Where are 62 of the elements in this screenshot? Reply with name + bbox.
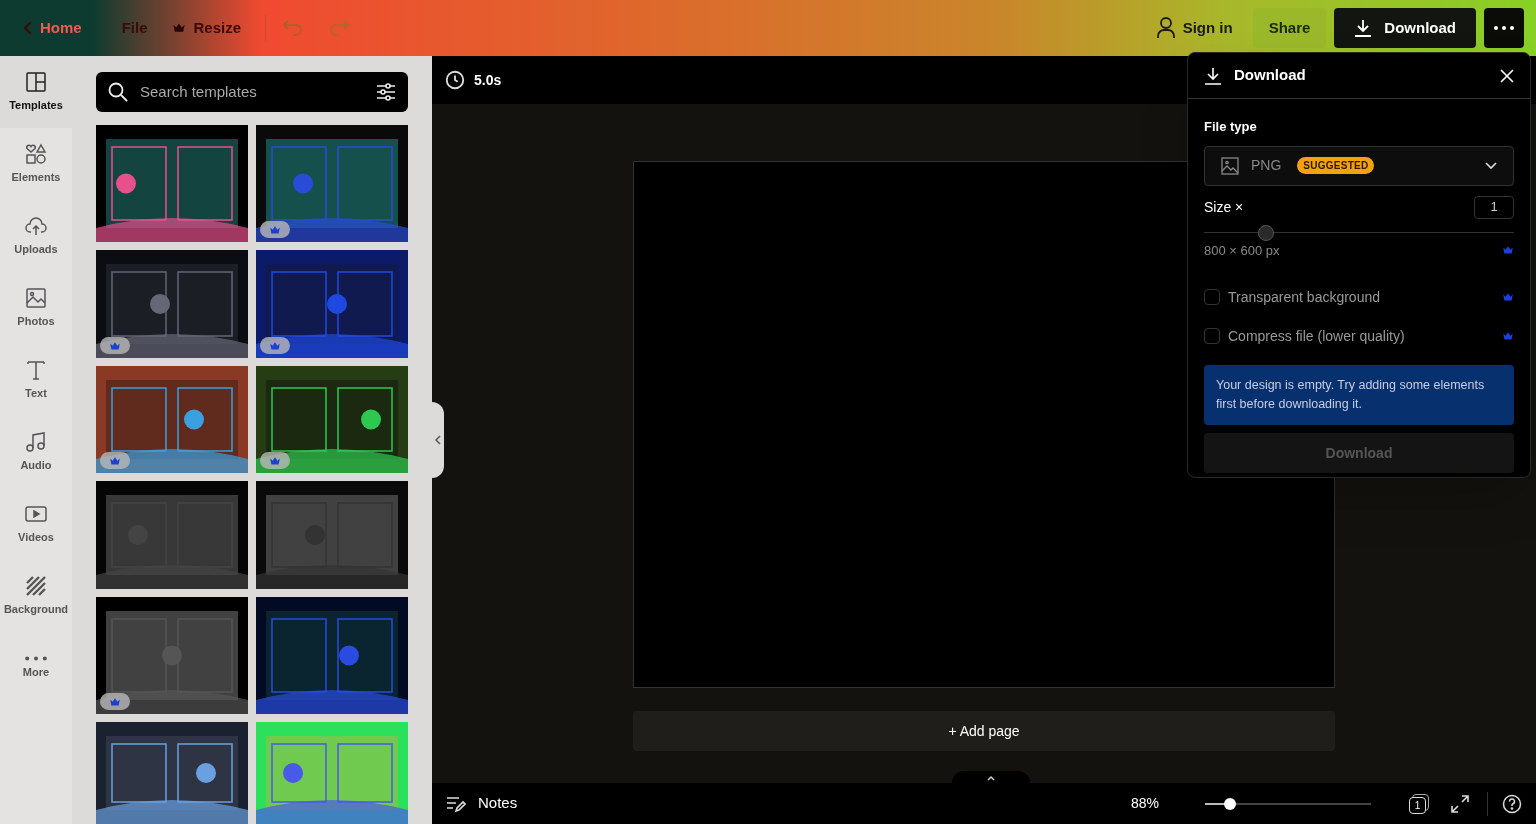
crown-icon [269,455,281,466]
panel-toggle-tab[interactable] [952,771,1030,785]
layout-icon [24,70,48,95]
checkbox[interactable] [1204,328,1220,344]
size-label: Size × [1204,197,1244,217]
section-label: File type [1204,118,1258,136]
option-label[interactable]: Transparent background [1228,286,1381,308]
text-icon [24,358,48,383]
file-type-dropdown[interactable]: PNG SUGGESTED [1204,145,1514,186]
shapes-icon [24,142,48,167]
help-icon[interactable] [1502,793,1522,814]
panel-title: Download [1234,65,1306,86]
zoom-slider-thumb[interactable] [1223,797,1236,810]
download-button[interactable]: Download [1334,8,1476,48]
download-icon [1204,66,1222,85]
crown-icon [109,696,121,707]
size-input[interactable]: 1 [1474,195,1514,219]
collapse-panel-handle[interactable] [432,402,444,478]
music-note-icon [24,430,48,455]
more-icon [25,655,47,661]
slider-thumb[interactable] [1258,224,1274,241]
chevron-left-icon [24,21,32,35]
notes-button[interactable]: Notes [478,792,518,815]
download-icon [1354,19,1373,37]
chevron-down-icon [1485,161,1497,170]
crown-icon [269,224,281,235]
zoom-slider[interactable] [1205,796,1371,811]
dimensions-text: 800 × 600 px [1204,241,1280,260]
image-icon [24,286,48,311]
crown-icon [109,340,121,351]
image-icon [1221,156,1239,175]
size-slider[interactable] [1204,224,1514,241]
notes-icon[interactable] [446,794,466,813]
search-icon [108,82,128,102]
add-page-button[interactable]: + Add page [633,711,1335,751]
option-label[interactable]: Compress file (lower quality) [1228,325,1405,347]
filter-icon[interactable] [376,82,396,102]
checkbox[interactable] [1204,289,1220,305]
caret-up-icon [986,775,996,781]
more-options-button[interactable] [1484,8,1524,48]
share-button[interactable]: Share [1252,8,1327,48]
crown-icon [269,340,281,351]
user-icon [1156,17,1175,39]
dropdown-value: PNG [1251,156,1282,175]
crown-icon [171,22,186,34]
duration-label[interactable]: 5.0s [474,69,502,91]
page-count-icon[interactable]: 1 [1409,793,1429,814]
chevron-left-icon [435,435,441,445]
more-icon [1494,26,1514,30]
search-input[interactable]: Search templates [140,80,364,104]
sign-in-button[interactable]: Sign in [1144,8,1245,48]
close-icon[interactable] [1500,68,1514,83]
fullscreen-icon[interactable] [1451,794,1469,813]
zoom-percentage[interactable]: 88% [1130,793,1159,814]
download-button: Download [1204,433,1514,473]
menu-button[interactable]: Home [12,8,94,48]
suggested-badge: SUGGESTED [1297,157,1375,174]
sidebar-tab[interactable]: Templates [0,56,72,128]
notice-message: Your design is empty. Try adding some elements first before downloading it. [1204,365,1514,425]
crown-icon [109,455,121,466]
clock-icon[interactable] [444,69,466,91]
search-bar[interactable]: Search templates [96,72,408,112]
